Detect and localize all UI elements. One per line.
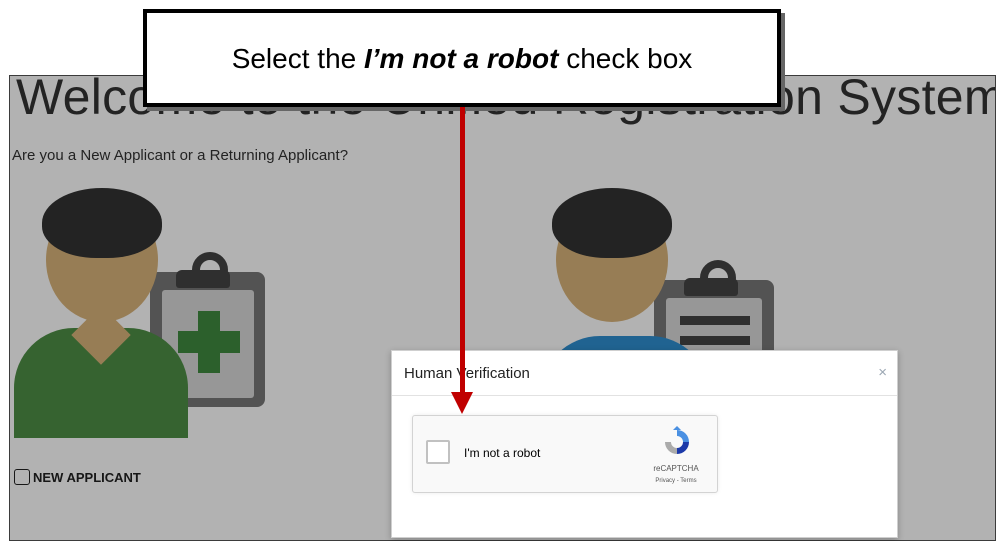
human-verification-modal: Human Verification × I'm not a robot reC… [391,350,898,538]
recaptcha-widget: I'm not a robot reCAPTCHA Privacy - Term… [412,415,718,493]
pointer-arrow-head-icon [451,392,473,414]
instruction-prefix: Select the [231,43,364,74]
im-not-a-robot-checkbox[interactable] [426,440,450,464]
recaptcha-label: I'm not a robot [464,446,541,460]
instruction-suffix: check box [558,43,693,74]
recaptcha-privacy-terms-link[interactable]: Privacy - Terms [641,478,711,484]
modal-title: Human Verification [404,365,530,382]
modal-header: Human Verification × [392,351,897,396]
close-icon[interactable]: × [878,364,887,381]
instruction-callout: Select the I’m not a robot check box [143,9,781,107]
recaptcha-brand: reCAPTCHA [653,464,699,473]
instruction-text: Select the I’m not a robot check box [147,43,777,75]
instruction-emphasis: I’m not a robot [364,43,559,74]
recaptcha-logo-icon [665,426,689,454]
pointer-arrow-line [460,107,465,396]
